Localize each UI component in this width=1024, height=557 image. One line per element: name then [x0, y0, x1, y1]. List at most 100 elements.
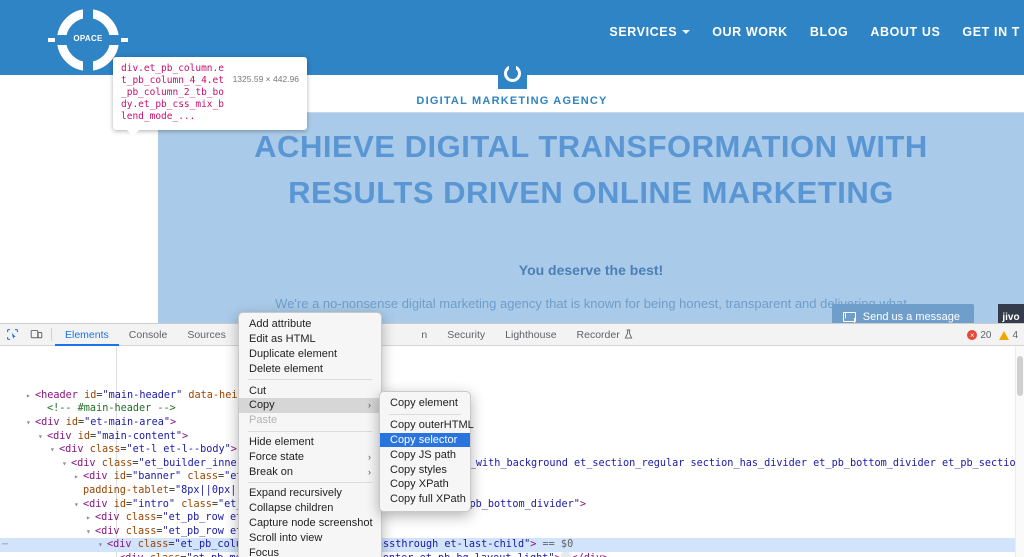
- menu-item-label: Expand recursively: [249, 487, 342, 499]
- menu-item-label: Delete element: [249, 363, 323, 375]
- dom-node-line[interactable]: ▾<div class="et_pb_column et_pb_column_m…: [0, 538, 1024, 552]
- disclosure-triangle-icon[interactable]: ▾: [98, 538, 107, 552]
- menu-item-capture-node-screenshot[interactable]: Capture node screenshot: [239, 516, 381, 531]
- menu-item-copy-styles[interactable]: Copy styles: [380, 462, 470, 477]
- disclosure-triangle-icon[interactable]: ▸: [110, 552, 119, 557]
- menu-item-label: Copy styles: [390, 464, 447, 476]
- menu-item-focus[interactable]: Focus: [239, 545, 381, 557]
- dom-node-line[interactable]: ▸<div class="et_pb_row et_pb_row_1_tb: [0, 511, 1024, 525]
- menu-item-cut[interactable]: Cut: [239, 383, 381, 398]
- menu-item-label: Copy XPath: [390, 478, 449, 490]
- disclosure-triangle-icon[interactable]: ▸: [26, 389, 35, 403]
- dom-node-line[interactable]: ▾<div class="et_builder_inner_content et…: [0, 457, 1024, 471]
- menu-item-delete-element[interactable]: Delete element: [239, 361, 381, 376]
- dom-node-line[interactable]: ▾<div id="et-main-area">: [0, 416, 1024, 430]
- disclosure-triangle-icon[interactable]: ▸: [74, 470, 83, 484]
- logo-notch-top: [83, 7, 93, 21]
- tab-security[interactable]: Security: [437, 324, 495, 346]
- devtools-toolbar: Elements Console Sources Network P n Sec…: [0, 324, 1024, 346]
- hero-heading-line1: ACHIEVE DIGITAL TRANSFORMATION WITH: [158, 124, 1024, 170]
- menu-item-label: Break on: [249, 466, 293, 478]
- menu-item-label: Copy outerHTML: [390, 419, 474, 431]
- menu-item-copy-full-xpath[interactable]: Copy full XPath: [380, 492, 470, 507]
- chevron-right-icon: ›: [368, 452, 371, 462]
- dom-node-line[interactable]: ▾<div class="et-l et-l--body">: [0, 443, 1024, 457]
- disclosure-triangle-icon[interactable]: ▾: [38, 430, 47, 444]
- disclosure-triangle-icon[interactable]: ▾: [50, 443, 59, 457]
- disclosure-triangle-icon[interactable]: ▾: [26, 416, 35, 430]
- menu-item-label: Duplicate element: [249, 348, 337, 360]
- menu-item-scroll-into-view[interactable]: Scroll into view: [239, 530, 381, 545]
- menu-item-copy-xpath[interactable]: Copy XPath: [380, 477, 470, 492]
- menu-item-label: Focus: [249, 547, 279, 557]
- tooltip-dimensions: 1325.59 × 442.96: [233, 63, 299, 123]
- device-toolbar-icon[interactable]: [24, 324, 48, 346]
- menu-item-label: Edit as HTML: [249, 333, 316, 345]
- disclosure-triangle-icon[interactable]: [74, 484, 83, 498]
- nav-item-get-in-touch[interactable]: GET IN T: [962, 25, 1020, 39]
- menu-item-collapse-children[interactable]: Collapse children: [239, 501, 381, 516]
- menu-item-label: Copy element: [390, 397, 458, 409]
- dom-node-line[interactable]: ▾<div class="et_pb_row et_pb_row_2_tb: [0, 525, 1024, 539]
- tooltip-selector: div.et_pb_column.et_pb_column_4_4.et_pb_…: [121, 63, 227, 123]
- copy-submenu[interactable]: Copy elementCopy outerHTMLCopy selectorC…: [379, 391, 471, 512]
- tab-lighthouse[interactable]: Lighthouse: [495, 324, 566, 346]
- menu-item-edit-as-html[interactable]: Edit as HTML: [239, 332, 381, 347]
- nav-item-our-work[interactable]: OUR WORK: [712, 25, 788, 39]
- menu-separator: [248, 482, 372, 483]
- nav-item-blog[interactable]: BLOG: [810, 25, 849, 39]
- tab-sources[interactable]: Sources: [177, 324, 236, 346]
- menu-item-expand-recursively[interactable]: Expand recursively: [239, 486, 381, 501]
- tab-console[interactable]: Console: [119, 324, 178, 346]
- context-menu[interactable]: Add attributeEdit as HTML Duplicate eleme…: [238, 312, 382, 557]
- menu-item-copy-element[interactable]: Copy element: [380, 396, 470, 411]
- nav-item-about-us[interactable]: ABOUT US: [870, 25, 940, 39]
- disclosure-triangle-icon[interactable]: ▸: [86, 511, 95, 525]
- menu-item-duplicate-element[interactable]: Duplicate element: [239, 347, 381, 362]
- warning-count: 4: [1012, 330, 1018, 341]
- hero-heading-line2: RESULTS DRIVEN ONLINE MARKETING: [158, 170, 1024, 216]
- tab-recorder[interactable]: Recorder: [567, 324, 643, 346]
- dom-node-line[interactable]: <!-- #main-header -->: [0, 402, 1024, 416]
- error-count: 20: [980, 330, 991, 341]
- menu-item-label: Collapse children: [249, 502, 333, 514]
- menu-item-force-state[interactable]: Force state›: [239, 449, 381, 464]
- dom-node-line[interactable]: ▸<div id="banner" class="et_pb_with_bord: [0, 470, 1024, 484]
- tab-elements[interactable]: Elements: [55, 324, 119, 346]
- screenshot-root: OPACE SERVICES OUR WORK BLOG ABOUT US GE…: [0, 0, 1024, 557]
- menu-item-paste: Paste: [239, 413, 381, 428]
- warning-badge[interactable]: 4: [999, 330, 1018, 341]
- dom-node-line[interactable]: ▸<header id="main-header" data-height-on…: [0, 389, 1024, 403]
- dom-tree[interactable]: ▸<header id="main-header" data-height-on…: [0, 346, 1024, 557]
- menu-item-label: Capture node screenshot: [249, 517, 373, 529]
- menu-item-hide-element[interactable]: Hide element: [239, 435, 381, 450]
- disclosure-triangle-icon[interactable]: ▾: [62, 457, 71, 471]
- dom-node-line[interactable]: padding-tablet="8px||0px|" style="padd: [0, 484, 1024, 498]
- error-badge[interactable]: × 20: [967, 330, 991, 341]
- menu-item-label: Paste: [249, 414, 277, 426]
- chevron-right-icon: ›: [368, 400, 371, 410]
- dom-node-line[interactable]: ▾<div id="main-content">: [0, 430, 1024, 444]
- dom-node-line[interactable]: ▾<div id="intro" class="et_pb_section et…: [0, 498, 1024, 512]
- menu-item-label: Scroll into view: [249, 532, 322, 544]
- devtools-status-badges: × 20 4: [967, 324, 1018, 346]
- menu-item-label: Cut: [249, 385, 266, 397]
- dom-node-line[interactable]: ▸<div class="et_pb_module et_pb_text_ali…: [0, 552, 1024, 557]
- nav-item-services[interactable]: SERVICES: [609, 25, 690, 39]
- menu-item-copy[interactable]: Copy›: [239, 398, 381, 413]
- scrollbar-thumb[interactable]: [1017, 356, 1023, 396]
- disclosure-triangle-icon[interactable]: ▾: [86, 525, 95, 539]
- hero-heading: ACHIEVE DIGITAL TRANSFORMATION WITH RESU…: [158, 124, 1024, 216]
- menu-item-break-on[interactable]: Break on ›: [239, 464, 381, 479]
- menu-item-copy-selector[interactable]: Copy selector: [380, 433, 470, 448]
- chevron-right-icon: ›: [368, 467, 371, 477]
- menu-item-add-attribute[interactable]: Add attribute: [239, 317, 381, 332]
- menu-item-label: Copy JS path: [390, 449, 456, 461]
- devtools-scrollbar[interactable]: [1015, 346, 1024, 557]
- inspect-element-icon[interactable]: [0, 324, 24, 346]
- menu-item-label: Copy full XPath: [390, 493, 466, 505]
- disclosure-triangle-icon[interactable]: [38, 402, 47, 416]
- disclosure-triangle-icon[interactable]: ▾: [74, 498, 83, 512]
- menu-item-copy-js-path[interactable]: Copy JS path: [380, 447, 470, 462]
- menu-item-copy-outerhtml[interactable]: Copy outerHTML: [380, 418, 470, 433]
